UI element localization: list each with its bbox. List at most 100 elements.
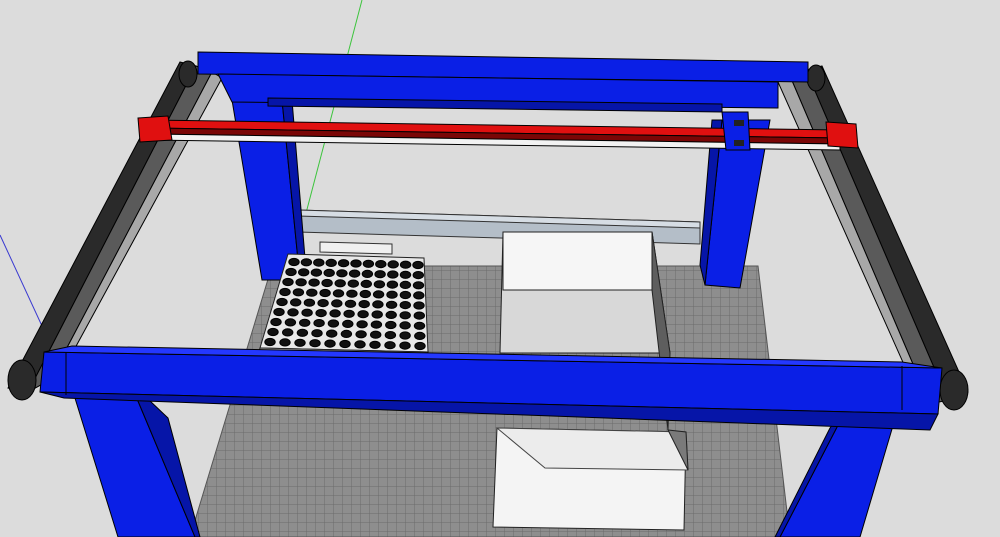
well [309, 339, 321, 348]
well [371, 310, 383, 319]
well [387, 270, 399, 279]
well [267, 327, 279, 337]
well [310, 268, 323, 277]
well [303, 298, 316, 307]
well [373, 280, 386, 289]
well [299, 318, 311, 327]
well [298, 268, 310, 277]
well [348, 269, 361, 278]
well [324, 339, 336, 348]
well [375, 260, 387, 269]
well [317, 299, 329, 308]
well [374, 270, 386, 279]
well [321, 278, 333, 288]
left-rail-highlight [49, 71, 223, 381]
well [399, 260, 412, 269]
right-belt-outer [805, 65, 969, 401]
well [288, 257, 300, 267]
well [279, 287, 291, 297]
well [292, 288, 305, 297]
well [399, 301, 411, 310]
well [300, 258, 313, 267]
well [412, 271, 424, 280]
well [414, 341, 426, 351]
well [264, 337, 276, 347]
cad-scene[interactable] [0, 0, 1000, 537]
well [357, 310, 369, 319]
well [385, 300, 398, 309]
well [354, 340, 366, 349]
well [331, 299, 343, 308]
well [276, 297, 288, 307]
well [340, 329, 353, 338]
well [370, 320, 383, 329]
well [370, 330, 382, 339]
well [385, 310, 397, 319]
well [399, 331, 411, 340]
left-rail-pulley-bottom [7, 359, 37, 401]
well [362, 259, 375, 268]
well [399, 280, 412, 289]
well [412, 281, 425, 290]
well [399, 270, 412, 279]
well [355, 330, 367, 339]
well [347, 279, 359, 288]
well [399, 311, 411, 320]
right-rail-pulley-bottom [939, 369, 969, 411]
rear-beam [197, 51, 809, 113]
well [332, 289, 345, 298]
well [350, 259, 362, 268]
well [294, 338, 306, 347]
right-rail-pulley-top [806, 64, 826, 92]
well [282, 328, 294, 337]
well [413, 291, 425, 300]
well [273, 307, 285, 317]
well [285, 267, 297, 277]
well [325, 258, 337, 267]
gantry-end-left [137, 115, 173, 143]
well [372, 290, 385, 299]
well [412, 260, 424, 270]
left-rail-body [26, 65, 213, 394]
well [311, 329, 323, 338]
well [290, 298, 302, 307]
well [344, 299, 357, 308]
well [342, 319, 354, 328]
well [413, 321, 426, 330]
well [413, 301, 425, 310]
left-belt-outer [7, 61, 197, 393]
well [386, 290, 398, 299]
well [339, 339, 351, 349]
well [399, 290, 412, 300]
well [323, 268, 335, 277]
carriage-bolt-top [734, 120, 744, 126]
plate-lid [319, 241, 393, 255]
well [343, 309, 355, 318]
well [329, 309, 341, 318]
well [356, 320, 368, 329]
well [270, 317, 282, 327]
well [361, 269, 374, 278]
well [358, 300, 370, 309]
well [337, 259, 350, 268]
well [336, 269, 348, 278]
well [326, 329, 338, 338]
left-rail-pulley-top [178, 60, 198, 88]
well [327, 319, 340, 328]
well [360, 279, 372, 288]
cad-viewport[interactable] [0, 0, 1000, 537]
well [414, 331, 426, 340]
well [384, 341, 396, 350]
well [334, 279, 346, 288]
well [284, 318, 297, 327]
carriage-bolt-bottom [734, 140, 744, 146]
well [386, 280, 399, 289]
well [313, 258, 325, 267]
container-inner-wall [502, 231, 657, 291]
well [279, 338, 291, 347]
well [385, 320, 397, 330]
well [306, 288, 318, 297]
well [287, 308, 299, 317]
well [295, 278, 307, 287]
y-rail-right[interactable] [777, 64, 969, 411]
